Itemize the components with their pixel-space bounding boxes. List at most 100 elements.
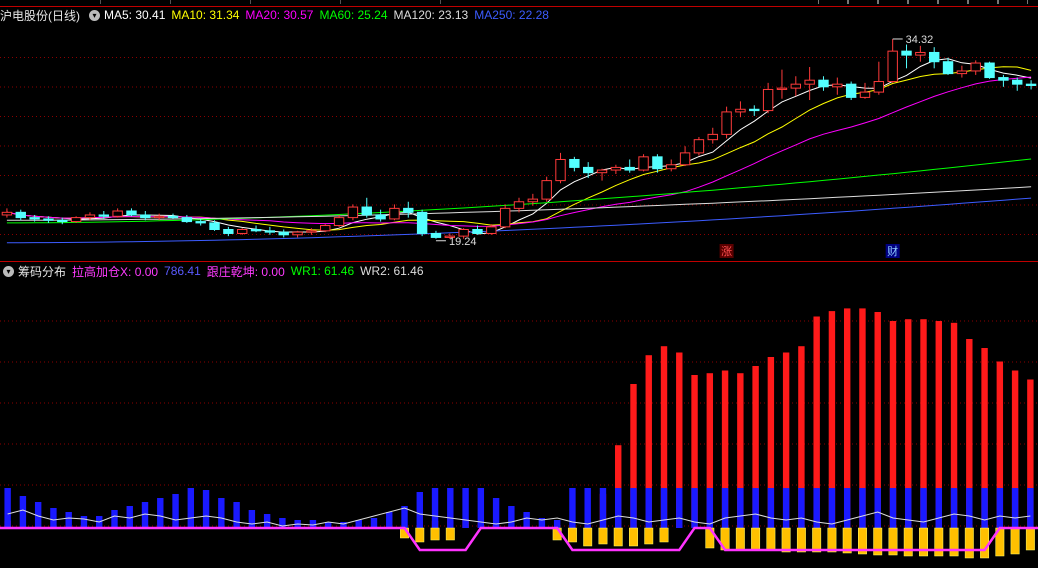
ma-label: MA60: 25.24 [319, 8, 388, 22]
toolbar-tab[interactable] [100, 0, 171, 4]
yellow-bar [567, 527, 577, 543]
blue-bar [706, 488, 714, 528]
blue-bar [462, 488, 469, 528]
yellow-bar [583, 527, 593, 547]
blue-bar [1011, 488, 1019, 528]
candle-body [832, 83, 843, 88]
settings-toggle-icon[interactable]: ▾ [3, 265, 14, 277]
candle-body [666, 164, 677, 170]
blue-bar [431, 488, 439, 528]
indicator-value: 786.41 [164, 264, 201, 278]
toolbar-button[interactable] [878, 0, 908, 4]
event-marker: 涨 [719, 244, 734, 258]
candle [278, 229, 289, 238]
blue-bar [416, 492, 423, 528]
blue-bar [50, 508, 57, 528]
indicator-value: WR1: 61.46 [290, 264, 355, 278]
blue-bar [584, 488, 591, 528]
toolbar-button[interactable] [938, 0, 968, 4]
blue-bar [798, 488, 805, 528]
candle-body [375, 214, 386, 220]
blue-bar [615, 488, 622, 528]
yellow-bar [735, 527, 745, 551]
blue-bar [950, 488, 958, 528]
candle-body [43, 218, 54, 221]
candle-body [320, 225, 331, 232]
high-price-label: 34.32 [906, 34, 934, 46]
magenta-trace [0, 526, 1038, 552]
toolbar-button[interactable] [998, 0, 1028, 4]
yellow-bar [613, 527, 623, 547]
candle [928, 47, 940, 69]
candle [499, 204, 511, 229]
blue-bar [889, 488, 897, 528]
blue-bar [599, 488, 607, 528]
toolbar-tab[interactable] [250, 0, 341, 4]
toolbar-tab[interactable] [40, 0, 101, 4]
settings-toggle-icon[interactable]: ▾ [89, 9, 100, 21]
candle-body [389, 207, 400, 220]
candle [569, 156, 580, 172]
candle [804, 66, 815, 101]
candle [818, 76, 829, 91]
candle [749, 105, 760, 116]
blue-bar [752, 488, 759, 528]
candle [942, 57, 954, 75]
ma-label: MA10: 31.34 [171, 8, 240, 22]
candle-body [679, 152, 691, 166]
candle-body [956, 70, 968, 75]
price-chart[interactable]: 34.32 19.24 涨 财 [0, 22, 1038, 260]
candle-body [333, 217, 345, 227]
candle [126, 208, 137, 217]
ma60-line [6, 158, 1032, 224]
candle-body [569, 158, 580, 168]
candle [901, 44, 912, 69]
blue-bar [233, 502, 240, 528]
candle [333, 214, 345, 227]
candle [541, 176, 552, 202]
toolbar-button[interactable] [818, 0, 848, 4]
candle-body [1, 211, 13, 216]
candle [15, 209, 26, 221]
candle-body [984, 62, 995, 79]
candle [181, 214, 193, 223]
blue-bar [1027, 488, 1034, 528]
blue-bar [386, 512, 393, 528]
candle-body [887, 50, 898, 83]
yellow-bar [1010, 527, 1020, 555]
top-toolbar [0, 0, 1038, 7]
toolbar-button[interactable] [968, 0, 998, 4]
candle-body [1025, 83, 1037, 86]
yellow-bar [430, 527, 440, 541]
candle-body [596, 169, 608, 174]
candle-body [292, 231, 303, 236]
blue-bar [966, 488, 973, 528]
candle [389, 204, 400, 221]
blue-bar [187, 488, 195, 528]
indicator-title: 筹码分布 [18, 264, 67, 279]
indicator-chart[interactable] [0, 280, 1038, 568]
ma-label: MA120: 23.13 [393, 8, 469, 22]
yellow-bar [659, 527, 669, 543]
candle [624, 159, 635, 173]
event-marker-label: 涨 [721, 245, 732, 258]
blue-bar [172, 494, 179, 528]
candle [292, 230, 303, 238]
candle-body [513, 201, 525, 209]
toolbar-tab[interactable] [340, 0, 441, 4]
candle-body [693, 139, 705, 154]
candle [638, 154, 649, 172]
toolbar-button[interactable] [908, 0, 938, 4]
candle [721, 106, 732, 139]
candle-body [859, 91, 871, 98]
blue-bar [630, 488, 637, 528]
yellow-bar [766, 527, 776, 551]
candle [361, 197, 372, 218]
candle [236, 228, 248, 235]
toolbar-tab[interactable] [170, 0, 251, 4]
blue-bar [202, 490, 210, 528]
candle [832, 77, 843, 95]
candle [430, 230, 442, 239]
toolbar-button[interactable] [848, 0, 878, 4]
blue-bar [996, 488, 1004, 528]
